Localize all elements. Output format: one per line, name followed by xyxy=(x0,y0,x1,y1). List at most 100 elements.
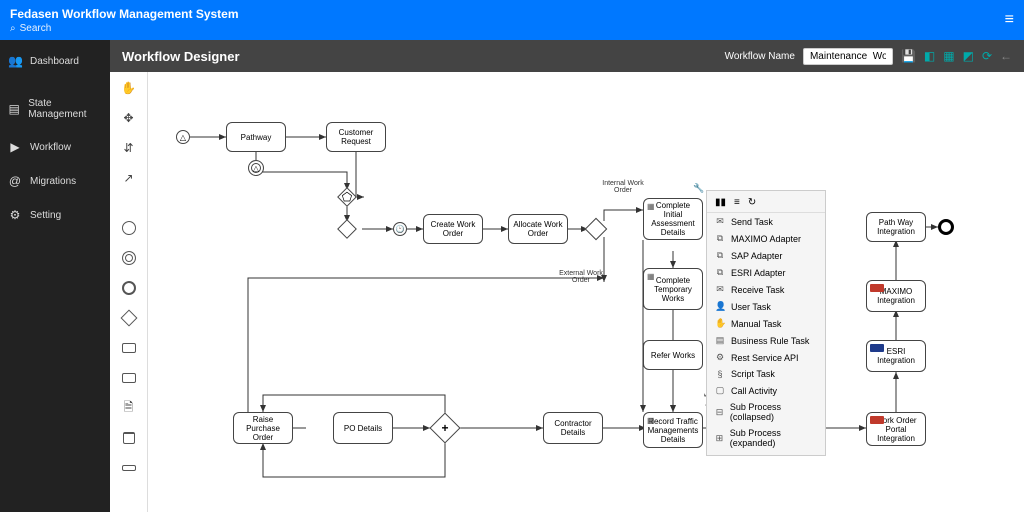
tool-palette: ✋ ✥ ⇵ ↗ 🗎 xyxy=(110,72,148,512)
timer-event[interactable]: 🕑 xyxy=(393,222,407,236)
subprocess-icon[interactable] xyxy=(119,368,139,388)
search-icon: ⌕ xyxy=(10,23,16,34)
ctx-business-rule-task[interactable]: ▤Business Rule Task xyxy=(707,332,825,349)
sidebar-item-setting[interactable]: ⚙ Setting xyxy=(0,198,110,232)
connect-tool-icon[interactable]: ↗ xyxy=(119,168,139,188)
sidebar-item-dashboard[interactable]: 👥 Dashboard xyxy=(0,40,110,88)
red-tag-icon xyxy=(870,416,884,424)
expand-icon: ⊞ xyxy=(715,433,724,444)
ctx-user-task[interactable]: 👤User Task xyxy=(707,298,825,315)
table-icon: ▤ xyxy=(715,335,725,346)
wrench-icon[interactable]: 🔧 xyxy=(693,183,704,194)
boundary-event[interactable]: △ xyxy=(248,160,264,176)
document-icon[interactable]: 🗎 xyxy=(119,398,139,418)
node-esri-integration[interactable]: ESRI Integration xyxy=(866,340,926,372)
grid-icon[interactable]: ▦ xyxy=(943,49,954,63)
setting-icon: ⚙ xyxy=(8,208,22,222)
blue-tag-icon xyxy=(870,344,884,352)
ctx-script-task[interactable]: §Script Task xyxy=(707,366,825,382)
sidebar: 👥 Dashboard ▤ State Management ▶ Workflo… xyxy=(0,40,110,512)
node-pathway-integration[interactable]: Path Way Integration xyxy=(866,212,926,242)
page-title: Workflow Designer xyxy=(122,49,240,64)
label-internal-wo: Internal Work Order xyxy=(598,180,648,194)
context-menu-tabs[interactable]: ▮▮≡↻ xyxy=(707,195,825,213)
node-create-work-order[interactable]: Create Work Order xyxy=(423,214,483,244)
ctx-sap-adapter[interactable]: ⧉SAP Adapter xyxy=(707,247,825,264)
hand-icon: ✋ xyxy=(715,318,725,329)
node-complete-initial-assessment[interactable]: ▦Complete Initial Assessment Details xyxy=(643,198,703,240)
subprocess-icon: ▦ xyxy=(647,272,655,281)
search-placeholder: Search xyxy=(20,23,52,34)
gateway-1[interactable]: ⬠ xyxy=(337,187,357,207)
ctx-maximo-adapter[interactable]: ⧉MAXIMO Adapter xyxy=(707,230,825,247)
gateway-3[interactable]: + xyxy=(429,412,460,443)
dashboard-icon: 👥 xyxy=(8,54,22,68)
mail-icon: ✉ xyxy=(715,216,725,227)
move-tool-icon[interactable]: ✥ xyxy=(119,108,139,128)
sidebar-item-workflow[interactable]: ▶ Workflow xyxy=(0,130,110,164)
gateway-2[interactable] xyxy=(585,218,608,241)
node-maximo-integration[interactable]: MAXIMO Integration xyxy=(866,280,926,312)
back-icon[interactable]: ← xyxy=(1000,49,1012,63)
lane-icon[interactable] xyxy=(119,458,139,478)
intermediate-event-icon[interactable] xyxy=(119,248,139,268)
panel-icon[interactable]: ◧ xyxy=(924,49,935,63)
subprocess-icon: ▦ xyxy=(647,416,655,425)
align-tool-icon[interactable]: ⇵ xyxy=(119,138,139,158)
node-contractor-details[interactable]: Contractor Details xyxy=(543,412,603,444)
ctx-receive-task[interactable]: ✉Receive Task xyxy=(707,281,825,298)
node-record-traffic-mgmt[interactable]: ▦Record Traffic Managements Details xyxy=(643,412,703,448)
end-event[interactable] xyxy=(938,219,954,235)
ctx-call-activity[interactable]: ▢Call Activity xyxy=(707,382,825,399)
sidebar-item-migrations[interactable]: @ Migrations xyxy=(0,164,110,198)
node-refer-works[interactable]: Refer Works xyxy=(643,340,703,370)
inbox-icon: ✉ xyxy=(715,284,725,295)
box-icon: ▢ xyxy=(715,385,725,396)
ctx-send-task[interactable]: ✉Send Task xyxy=(707,213,825,230)
label-external-wo: External Work Order xyxy=(556,270,606,284)
layers-icon[interactable]: ◩ xyxy=(963,49,974,63)
refresh-icon[interactable]: ⟳ xyxy=(982,49,992,63)
workflow-name-input[interactable] xyxy=(803,48,893,65)
node-complete-temporary-works[interactable]: ▦Complete Temporary Works xyxy=(643,268,703,310)
node-customer-request[interactable]: Customer Request xyxy=(326,122,386,152)
node-work-order-portal-integration[interactable]: Work Order Portal Integration xyxy=(866,412,926,446)
user-icon: 👤 xyxy=(715,301,725,312)
gateway-icon[interactable] xyxy=(119,308,139,328)
gear-icon: ⚙ xyxy=(715,352,725,363)
app-title: Fedasen Workflow Management System xyxy=(10,7,239,21)
state-icon: ▤ xyxy=(8,102,20,116)
ctx-subprocess-expanded[interactable]: ⊞Sub Process (expanded) xyxy=(707,425,825,451)
search-container[interactable]: ⌕ Search xyxy=(10,23,239,34)
script-icon: § xyxy=(715,369,725,379)
task-icon[interactable] xyxy=(119,338,139,358)
designer-header: Workflow Designer Workflow Name 💾 ◧ ▦ ◩ … xyxy=(110,40,1024,72)
topbar: Fedasen Workflow Management System ⌕ Sea… xyxy=(0,0,1024,40)
node-allocate-work-order[interactable]: Allocate Work Order xyxy=(508,214,568,244)
save-icon[interactable]: 💾 xyxy=(901,49,916,63)
gateway-loop[interactable] xyxy=(337,219,357,239)
menu-icon[interactable]: ≡ xyxy=(1005,11,1014,29)
context-menu: ▮▮≡↻ ✉Send Task ⧉MAXIMO Adapter ⧉SAP Ada… xyxy=(706,190,826,456)
adapter-icon: ⧉ xyxy=(715,250,725,261)
adapter-icon: ⧉ xyxy=(715,233,725,244)
node-po-details[interactable]: PO Details xyxy=(333,412,393,444)
start-event-icon[interactable] xyxy=(119,218,139,238)
workflow-name-label: Workflow Name xyxy=(725,51,795,62)
ctx-esri-adapter[interactable]: ⧉ESRI Adapter xyxy=(707,264,825,281)
sidebar-item-state[interactable]: ▤ State Management xyxy=(0,88,110,130)
ctx-subprocess-collapsed[interactable]: ⊟Sub Process (collapsed) xyxy=(707,399,825,425)
pan-tool-icon[interactable]: ✋ xyxy=(119,78,139,98)
subprocess-icon: ▦ xyxy=(647,202,655,211)
ctx-rest-service-api[interactable]: ⚙Rest Service API xyxy=(707,349,825,366)
node-pathway[interactable]: Pathway xyxy=(226,122,286,152)
end-event-icon[interactable] xyxy=(119,278,139,298)
node-raise-purchase-order[interactable]: Raise Purchase Order xyxy=(233,412,293,444)
start-event[interactable]: △ xyxy=(176,130,190,144)
datastore-icon[interactable] xyxy=(119,428,139,448)
workflow-canvas[interactable]: △ Pathway Customer Request △ ⬠ 🕑 Create … xyxy=(148,72,1024,512)
ctx-manual-task[interactable]: ✋Manual Task xyxy=(707,315,825,332)
red-tag-icon xyxy=(870,284,884,292)
collapse-icon: ⊟ xyxy=(715,407,724,418)
adapter-icon: ⧉ xyxy=(715,267,725,278)
